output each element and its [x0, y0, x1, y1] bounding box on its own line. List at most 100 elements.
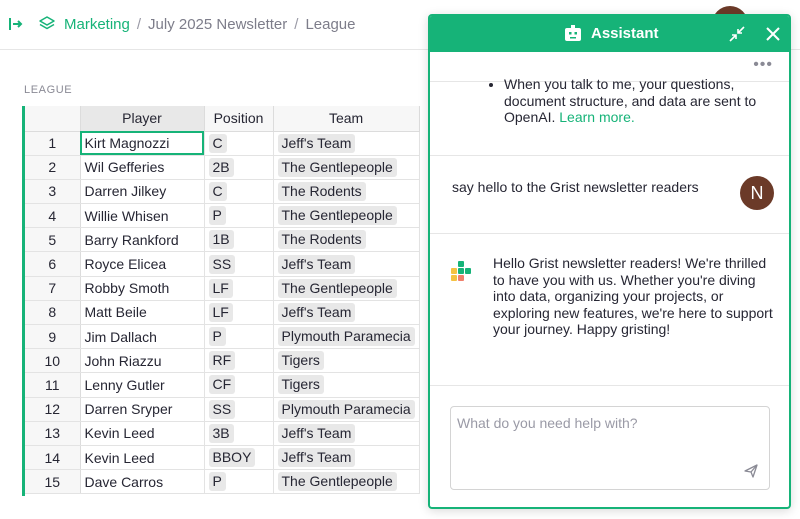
cell-player[interactable]: Willie Whisen [80, 203, 205, 229]
cell-player[interactable]: Kirt Magnozzi [80, 131, 205, 156]
cell-position[interactable]: RF [204, 348, 274, 374]
table-row[interactable]: 11 Lenny Gutler CF Tigers [25, 372, 420, 398]
table-row[interactable]: 10 John Riazzu RF Tigers [25, 348, 420, 374]
user-message-text: say hello to the Grist newsletter reader… [452, 179, 699, 195]
cell-position[interactable]: LF [204, 276, 274, 301]
cell-player[interactable]: Robby Smoth [80, 276, 205, 301]
table-row[interactable]: 13 Kevin Leed 3B Jeff's Team [25, 421, 420, 446]
more-options-icon[interactable]: ••• [753, 56, 773, 74]
team-chip: Plymouth Paramecia [277, 399, 415, 419]
breadcrumb-page[interactable]: League [305, 16, 355, 33]
column-header-position[interactable]: Position [204, 106, 274, 132]
cell-player[interactable]: Darren Sryper [80, 397, 205, 422]
table-row[interactable]: 5 Barry Rankford 1B The Rodents [25, 227, 420, 253]
row-number[interactable]: 7 [25, 276, 81, 301]
position-chip: 2B [208, 157, 234, 177]
table-row[interactable]: 15 Dave Carros P The Gentlepeople [25, 469, 420, 495]
breadcrumb-document[interactable]: July 2025 Newsletter [148, 16, 287, 33]
team-chip: Jeff's Team [277, 254, 356, 274]
position-chip: C [208, 181, 227, 201]
cell-position[interactable]: BBOY [204, 445, 274, 471]
row-number[interactable]: 3 [25, 179, 81, 205]
table-row[interactable]: 4 Willie Whisen P The Gentlepeople [25, 203, 420, 229]
cell-team[interactable]: Plymouth Paramecia [273, 324, 420, 350]
column-header-team[interactable]: Team [273, 106, 420, 132]
row-number[interactable]: 13 [25, 421, 81, 446]
table-row[interactable]: 7 Robby Smoth LF The Gentlepeople [25, 276, 420, 301]
table-row[interactable]: 12 Darren Sryper SS Plymouth Paramecia [25, 397, 420, 422]
column-header-player[interactable]: Player [80, 106, 205, 132]
table-row[interactable]: 14 Kevin Leed BBOY Jeff's Team [25, 445, 420, 471]
cell-player[interactable]: Royce Elicea [80, 251, 205, 277]
cell-player[interactable]: Kevin Leed [80, 421, 205, 446]
cell-team[interactable]: Jeff's Team [273, 421, 420, 446]
cell-position[interactable]: C [204, 179, 274, 205]
row-number[interactable]: 5 [25, 227, 81, 253]
cell-position[interactable]: CF [204, 372, 274, 398]
row-number-header[interactable] [25, 106, 81, 132]
table-row[interactable]: 2 Wil Gefferies 2B The Gentlepeople [25, 155, 420, 180]
cell-position[interactable]: C [204, 131, 274, 156]
cell-position[interactable]: 1B [204, 227, 274, 253]
row-number[interactable]: 11 [25, 372, 81, 398]
cell-team[interactable]: Plymouth Paramecia [273, 397, 420, 422]
cell-player[interactable]: Lenny Gutler [80, 372, 205, 398]
team-chip: The Rodents [277, 181, 366, 201]
cell-position[interactable]: LF [204, 300, 274, 326]
table-row[interactable]: 3 Darren Jilkey C The Rodents [25, 179, 420, 205]
row-number[interactable]: 1 [25, 131, 81, 156]
shrink-icon[interactable] [728, 25, 746, 43]
cell-team[interactable]: Tigers [273, 348, 420, 374]
row-number[interactable]: 6 [25, 251, 81, 277]
cell-team[interactable]: Jeff's Team [273, 251, 420, 277]
cell-team[interactable]: Tigers [273, 372, 420, 398]
cell-position[interactable]: P [204, 469, 274, 495]
row-number[interactable]: 4 [25, 203, 81, 229]
assistant-panel: Assistant ••• When you talk to me, your … [428, 14, 791, 509]
table-row[interactable]: 1 Kirt Magnozzi C Jeff's Team [25, 131, 420, 156]
panel-expand-icon[interactable] [8, 16, 24, 32]
breadcrumb-workspace[interactable]: Marketing [64, 16, 130, 33]
row-number[interactable]: 15 [25, 469, 81, 495]
learn-more-link[interactable]: Learn more. [559, 109, 634, 125]
row-number[interactable]: 14 [25, 445, 81, 471]
cell-team[interactable]: Jeff's Team [273, 445, 420, 471]
cell-player[interactable]: Kevin Leed [80, 445, 205, 471]
cell-player[interactable]: Jim Dallach [80, 324, 205, 350]
cell-position[interactable]: SS [204, 251, 274, 277]
cell-team[interactable]: The Gentlepeople [273, 155, 420, 180]
cell-position[interactable]: P [204, 324, 274, 350]
cell-team[interactable]: The Gentlepeople [273, 276, 420, 301]
assistant-input[interactable] [451, 407, 769, 463]
cell-player[interactable]: Matt Beile [80, 300, 205, 326]
cell-team[interactable]: The Gentlepeople [273, 203, 420, 229]
cell-player[interactable]: Darren Jilkey [80, 179, 205, 205]
cell-position[interactable]: 2B [204, 155, 274, 180]
table-row[interactable]: 8 Matt Beile LF Jeff's Team [25, 300, 420, 326]
cell-team[interactable]: The Rodents [273, 179, 420, 205]
team-chip: The Gentlepeople [277, 206, 397, 226]
position-chip: P [208, 472, 226, 492]
cell-player[interactable]: Wil Gefferies [80, 155, 205, 180]
cell-player[interactable]: Barry Rankford [80, 227, 205, 253]
row-number[interactable]: 8 [25, 300, 81, 326]
cell-player[interactable]: John Riazzu [80, 348, 205, 374]
cell-position[interactable]: 3B [204, 421, 274, 446]
cell-team[interactable]: Jeff's Team [273, 131, 420, 156]
info-list-item: When you talk to me, your questions, doc… [504, 76, 774, 126]
table-header-row: Player Position Team [25, 106, 420, 132]
cell-team[interactable]: Jeff's Team [273, 300, 420, 326]
row-number[interactable]: 2 [25, 155, 81, 180]
send-icon[interactable] [743, 463, 759, 479]
table-row[interactable]: 9 Jim Dallach P Plymouth Paramecia [25, 324, 420, 350]
row-number[interactable]: 10 [25, 348, 81, 374]
cell-player[interactable]: Dave Carros [80, 469, 205, 495]
cell-team[interactable]: The Rodents [273, 227, 420, 253]
cell-team[interactable]: The Gentlepeople [273, 469, 420, 495]
row-number[interactable]: 12 [25, 397, 81, 422]
cell-position[interactable]: SS [204, 397, 274, 422]
row-number[interactable]: 9 [25, 324, 81, 350]
table-row[interactable]: 6 Royce Elicea SS Jeff's Team [25, 251, 420, 277]
close-icon[interactable] [764, 25, 782, 43]
cell-position[interactable]: P [204, 203, 274, 229]
